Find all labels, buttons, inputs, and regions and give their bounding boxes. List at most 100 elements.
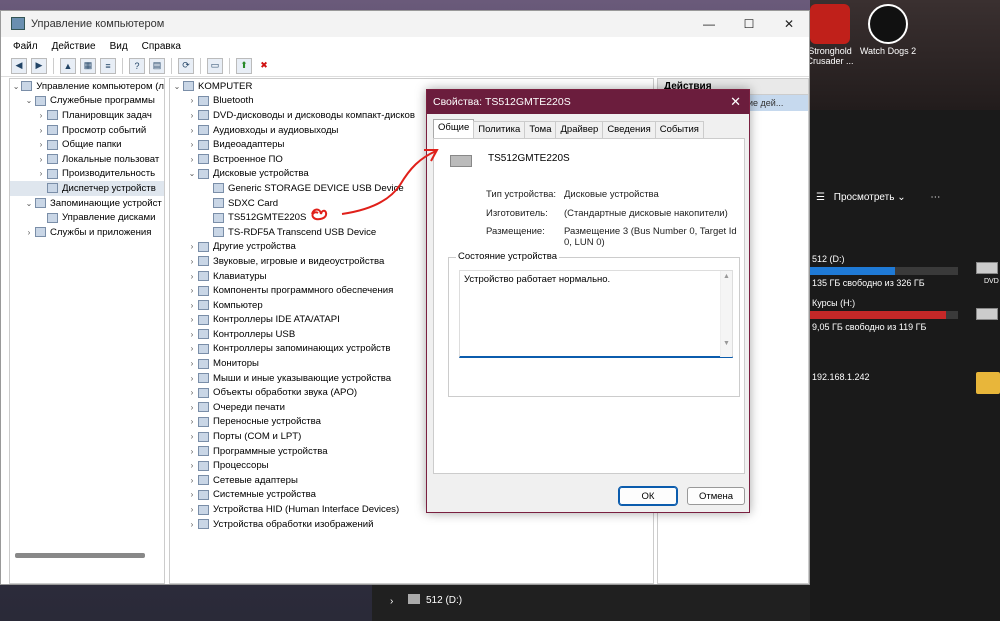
chevron-down-icon[interactable]: ⌄ [24, 96, 34, 105]
desktop-icon-watchdogs[interactable]: Watch Dogs 2 [858, 4, 918, 56]
minimize-button[interactable]: — [689, 11, 729, 37]
chevron-right-icon[interactable]: › [36, 155, 46, 164]
chevron-right-icon[interactable]: › [390, 596, 393, 607]
chevron-right-icon[interactable]: › [24, 228, 34, 237]
chevron-right-icon[interactable]: › [36, 140, 46, 149]
chevron-right-icon[interactable]: › [187, 476, 197, 485]
scroll-down-icon[interactable]: ▼ [721, 340, 732, 347]
dialog-close-icon[interactable]: ✕ [730, 94, 741, 110]
help-icon[interactable]: ? [129, 57, 145, 74]
menu-help[interactable]: Справка [142, 41, 181, 52]
chevron-right-icon[interactable]: › [187, 286, 197, 295]
console-tree-item[interactable]: ⌄ Запоминающие устройст [10, 196, 164, 211]
chevron-right-icon[interactable]: › [36, 169, 46, 178]
menu-file[interactable]: Файл [13, 41, 38, 52]
app-icon [11, 17, 25, 30]
ok-button[interactable]: ОК [618, 486, 678, 506]
chevron-right-icon[interactable]: › [187, 330, 197, 339]
chevron-right-icon[interactable]: › [187, 315, 197, 324]
chevron-right-icon[interactable]: › [187, 111, 197, 120]
tab-policy[interactable]: Политика [473, 121, 526, 138]
chevron-down-icon[interactable]: ⌄ [187, 169, 197, 178]
tab-general[interactable]: Общие [433, 119, 475, 138]
console-tree-item[interactable]: Управление дисками [10, 210, 164, 225]
window-titlebar[interactable]: Управление компьютером — ☐ ✕ [1, 11, 809, 37]
dvd-drive-icon[interactable] [976, 262, 998, 274]
forward-icon[interactable]: ▶ [31, 57, 47, 74]
chevron-right-icon[interactable]: › [187, 520, 197, 529]
show-hide-tree-icon[interactable]: ▦ [80, 57, 96, 74]
up-folder-icon[interactable]: ▲ [60, 57, 76, 74]
chevron-right-icon[interactable]: › [187, 388, 197, 397]
chevron-down-icon[interactable]: ⌄ [12, 82, 20, 91]
chevron-right-icon[interactable]: › [187, 417, 197, 426]
chevron-right-icon[interactable]: › [187, 359, 197, 368]
list-icon[interactable]: ≡ [100, 57, 116, 74]
chevron-right-icon[interactable]: › [187, 301, 197, 310]
console-tree-item[interactable]: › Производительность [10, 167, 164, 182]
device-category-icon [21, 81, 33, 92]
console-tree-item[interactable]: › Службы и приложения [10, 225, 164, 240]
tab-details[interactable]: Сведения [602, 121, 656, 138]
more-icon[interactable]: ⋯ [930, 192, 940, 203]
drive-h-icon[interactable] [976, 308, 998, 320]
device-status-textbox[interactable]: Устройство работает нормально. ▲ ▼ [459, 270, 733, 358]
console-tree-item[interactable]: Диспетчер устройств [10, 181, 164, 196]
chevron-right-icon[interactable]: › [187, 461, 197, 470]
device-tree-label: Контроллеры IDE ATA/ATAPI [213, 314, 340, 326]
bottom-drive-label[interactable]: 512 (D:) [426, 595, 462, 606]
maximize-button[interactable]: ☐ [729, 11, 769, 37]
properties-icon[interactable]: ▤ [149, 57, 165, 74]
chevron-right-icon[interactable]: › [187, 374, 197, 383]
update-driver-icon[interactable]: ⬆ [236, 57, 252, 74]
chevron-right-icon[interactable]: › [187, 96, 197, 105]
console-tree-label: Производительность [62, 168, 156, 180]
chevron-right-icon[interactable]: › [187, 447, 197, 456]
console-tree-item[interactable]: › Планировщик задач [10, 108, 164, 123]
scroll-up-icon[interactable]: ▲ [721, 273, 732, 280]
tab-events[interactable]: События [654, 121, 704, 138]
cancel-button[interactable]: Отмена [687, 487, 745, 505]
folder-icon[interactable] [976, 372, 1000, 394]
location-label: Размещение: [486, 226, 545, 237]
back-icon[interactable]: ◀ [11, 57, 27, 74]
menu-action[interactable]: Действие [52, 41, 96, 52]
dialog-titlebar[interactable]: Свойства: TS512GMTE220S [427, 90, 749, 114]
console-tree-item[interactable]: ⌄ Служебные программы [10, 94, 164, 109]
chevron-right-icon[interactable]: › [187, 272, 197, 281]
tab-driver[interactable]: Драйвер [555, 121, 604, 138]
chevron-right-icon[interactable]: › [187, 432, 197, 441]
network-location[interactable]: 192.168.1.242 [812, 372, 870, 382]
console-tree-item[interactable]: ⌄ Управление компьютером (л [10, 79, 164, 94]
console-tree-item[interactable]: › Общие папки [10, 137, 164, 152]
chevron-right-icon[interactable]: › [187, 344, 197, 353]
chevron-right-icon[interactable]: › [187, 155, 197, 164]
device-tree-item[interactable]: › Устройства обработки изображений [170, 517, 653, 532]
close-button[interactable]: ✕ [769, 11, 809, 37]
chevron-right-icon[interactable]: › [187, 257, 197, 266]
chevron-down-icon[interactable]: ⌄ [24, 199, 34, 208]
chevron-right-icon[interactable]: › [36, 111, 46, 120]
chevron-right-icon[interactable]: › [187, 403, 197, 412]
chevron-right-icon[interactable]: › [187, 126, 197, 135]
chevron-right-icon[interactable]: › [187, 242, 197, 251]
scan-hardware-icon[interactable]: ⟳ [178, 57, 194, 74]
drive-d[interactable]: 512 (D:) 135 ГБ свободно из 326 ГБ [808, 254, 1000, 288]
console-tree-item[interactable]: › Локальные пользоват [10, 152, 164, 167]
chevron-right-icon[interactable]: › [36, 126, 46, 135]
console-tree-item[interactable]: › Просмотр событий [10, 123, 164, 138]
chevron-right-icon[interactable]: › [187, 490, 197, 499]
chevron-right-icon[interactable]: › [187, 140, 197, 149]
device-category-icon [198, 373, 209, 384]
status-scrollbar[interactable]: ▲ ▼ [720, 271, 732, 357]
view-button[interactable]: Просмотреть [834, 192, 895, 203]
tab-volumes[interactable]: Тома [524, 121, 557, 138]
menu-view[interactable]: Вид [110, 41, 128, 52]
console-tree-label: Управление компьютером (л [36, 80, 164, 92]
chevron-right-icon[interactable]: › [187, 505, 197, 514]
drive-h[interactable]: Курсы (H:) 9,05 ГБ свободно из 119 ГБ [808, 298, 1000, 332]
chevron-down-icon[interactable]: ⌄ [172, 82, 182, 91]
monitor-icon[interactable]: ▭ [207, 57, 223, 74]
uninstall-icon[interactable]: ✖ [256, 57, 272, 74]
horizontal-scrollbar[interactable] [15, 553, 145, 558]
